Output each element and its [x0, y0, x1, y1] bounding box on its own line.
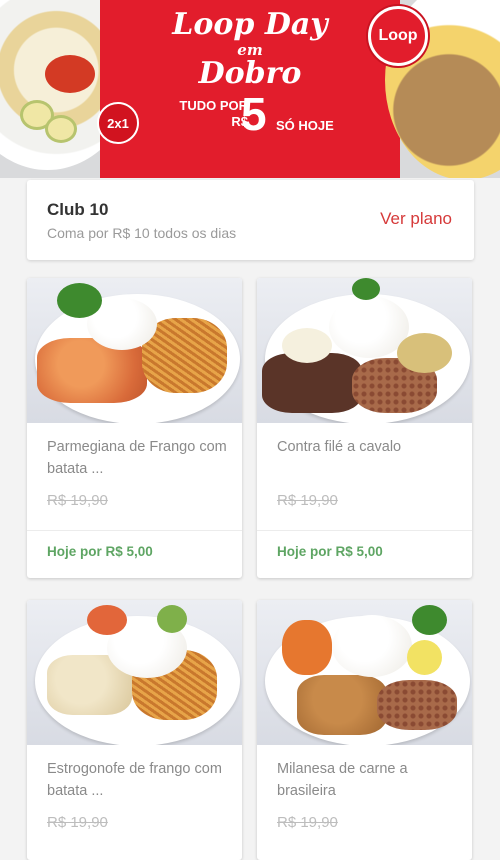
- promo-prefix: TUDO POR R$: [179, 98, 248, 129]
- product-today-price: Hoje por R$ 5,00: [277, 544, 383, 559]
- loop-logo: Loop: [368, 6, 428, 66]
- product-name: Milanesa de carne a brasileira: [277, 761, 408, 799]
- product-today-price: Hoje por R$ 5,00: [47, 544, 153, 559]
- club-title: Club 10: [47, 200, 109, 219]
- product-name: Estrogonofe de frango com batata ...: [47, 761, 222, 799]
- product-image: [27, 600, 242, 745]
- promo-value: 5: [241, 88, 267, 140]
- club-subtitle: Coma por R$ 10 todos os dias: [47, 225, 237, 241]
- promo-suffix: SÓ HOJE: [276, 118, 334, 133]
- divider: [27, 530, 242, 531]
- product-image: [257, 600, 472, 745]
- product-card[interactable]: Estrogonofe de frango com batata ... R$ …: [27, 600, 242, 860]
- product-old-price: R$ 19,90: [47, 492, 108, 509]
- product-old-price: R$ 19,90: [277, 492, 338, 509]
- product-old-price: R$ 19,90: [47, 814, 108, 831]
- club-10-card: Club 10 Coma por R$ 10 todos os dias Ver…: [27, 180, 474, 260]
- divider: [257, 530, 472, 531]
- product-image: [27, 278, 242, 423]
- product-name: Parmegiana de Frango com batata ...: [47, 439, 227, 477]
- product-card[interactable]: Contra filé a cavalo R$ 19,90 Hoje por R…: [257, 278, 472, 578]
- product-card[interactable]: Parmegiana de Frango com batata ... R$ 1…: [27, 278, 242, 578]
- banner-title: Loop Day em Dobro: [172, 7, 328, 91]
- promo-banner[interactable]: Loop Day em Dobro 2x1 TUDO POR R$ 5 SÓ H…: [0, 0, 500, 178]
- view-plan-link[interactable]: Ver plano: [380, 209, 452, 229]
- product-image: [257, 278, 472, 423]
- product-name: Contra filé a cavalo: [277, 439, 402, 455]
- two-for-one-badge: 2x1: [97, 102, 139, 144]
- product-old-price: R$ 19,90: [277, 814, 338, 831]
- product-card[interactable]: Milanesa de carne a brasileira R$ 19,90: [257, 600, 472, 860]
